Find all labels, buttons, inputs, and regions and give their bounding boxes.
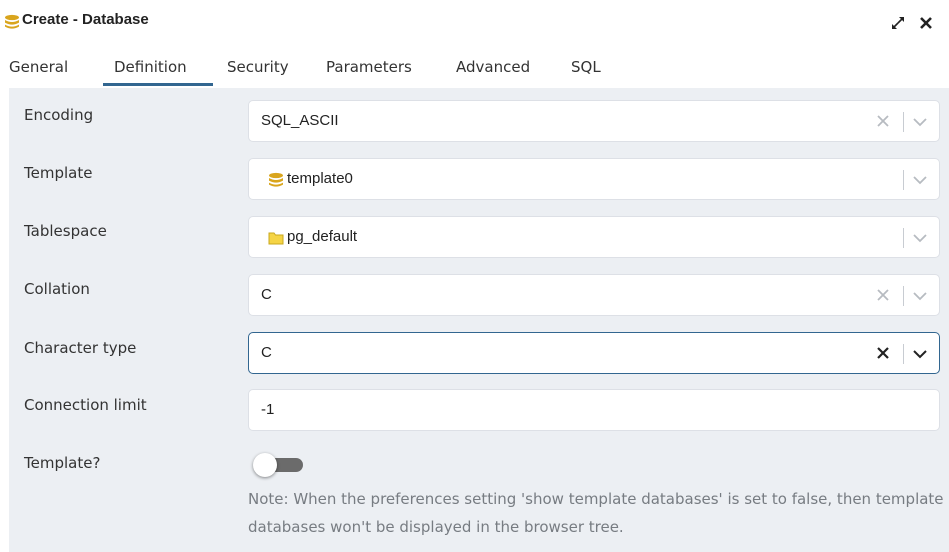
chevron-down-icon[interactable] bbox=[912, 115, 928, 129]
tab-bar: General Definition Security Parameters A… bbox=[0, 50, 949, 86]
connection-limit-field[interactable] bbox=[248, 389, 940, 431]
character-type-label: Character type bbox=[24, 339, 137, 357]
template-note: Note: When the preferences setting 'show… bbox=[248, 490, 944, 536]
select-separator bbox=[903, 228, 904, 248]
encoding-label: Encoding bbox=[24, 106, 94, 124]
select-separator bbox=[903, 112, 904, 132]
character-type-select[interactable]: C bbox=[248, 332, 940, 374]
close-icon[interactable] bbox=[917, 14, 935, 32]
clear-icon[interactable] bbox=[875, 287, 891, 303]
tablespace-select[interactable]: pg_default bbox=[248, 216, 940, 258]
tablespace-value: pg_default bbox=[287, 228, 358, 245]
collation-label: Collation bbox=[24, 280, 90, 298]
folder-icon bbox=[268, 232, 284, 245]
select-separator bbox=[903, 344, 904, 364]
collation-value: C bbox=[261, 286, 272, 303]
database-icon bbox=[269, 172, 283, 187]
database-icon bbox=[5, 14, 19, 29]
collation-select[interactable]: C bbox=[248, 274, 940, 316]
character-type-value: C bbox=[261, 344, 272, 361]
connection-limit-input[interactable] bbox=[261, 401, 921, 418]
expand-icon[interactable] bbox=[889, 14, 907, 32]
template-label: Template bbox=[24, 164, 93, 182]
toggle-knob bbox=[253, 453, 277, 477]
chevron-down-icon[interactable] bbox=[912, 347, 928, 361]
tablespace-label: Tablespace bbox=[24, 222, 107, 240]
select-separator bbox=[903, 286, 904, 306]
clear-icon[interactable] bbox=[875, 345, 891, 361]
tab-security[interactable]: Security bbox=[227, 50, 289, 86]
tab-advanced[interactable]: Advanced bbox=[456, 50, 530, 86]
tab-definition[interactable]: Definition bbox=[103, 50, 213, 86]
connection-limit-label: Connection limit bbox=[24, 396, 147, 414]
is-template-label: Template? bbox=[24, 454, 101, 472]
encoding-select[interactable]: SQL_ASCII bbox=[248, 100, 940, 142]
dialog-title: Create - Database bbox=[22, 11, 149, 28]
chevron-down-icon[interactable] bbox=[912, 289, 928, 303]
is-template-toggle[interactable] bbox=[253, 453, 303, 477]
select-separator bbox=[903, 170, 904, 190]
chevron-down-icon[interactable] bbox=[912, 173, 928, 187]
chevron-down-icon[interactable] bbox=[912, 231, 928, 245]
tab-sql[interactable]: SQL bbox=[571, 50, 601, 86]
tab-parameters[interactable]: Parameters bbox=[326, 50, 412, 86]
template-value: template0 bbox=[287, 170, 353, 187]
dialog-titlebar: Create - Database bbox=[0, 0, 949, 42]
template-select[interactable]: template0 bbox=[248, 158, 940, 200]
encoding-value: SQL_ASCII bbox=[261, 112, 339, 129]
tab-general[interactable]: General bbox=[9, 50, 68, 86]
clear-icon[interactable] bbox=[875, 113, 891, 129]
